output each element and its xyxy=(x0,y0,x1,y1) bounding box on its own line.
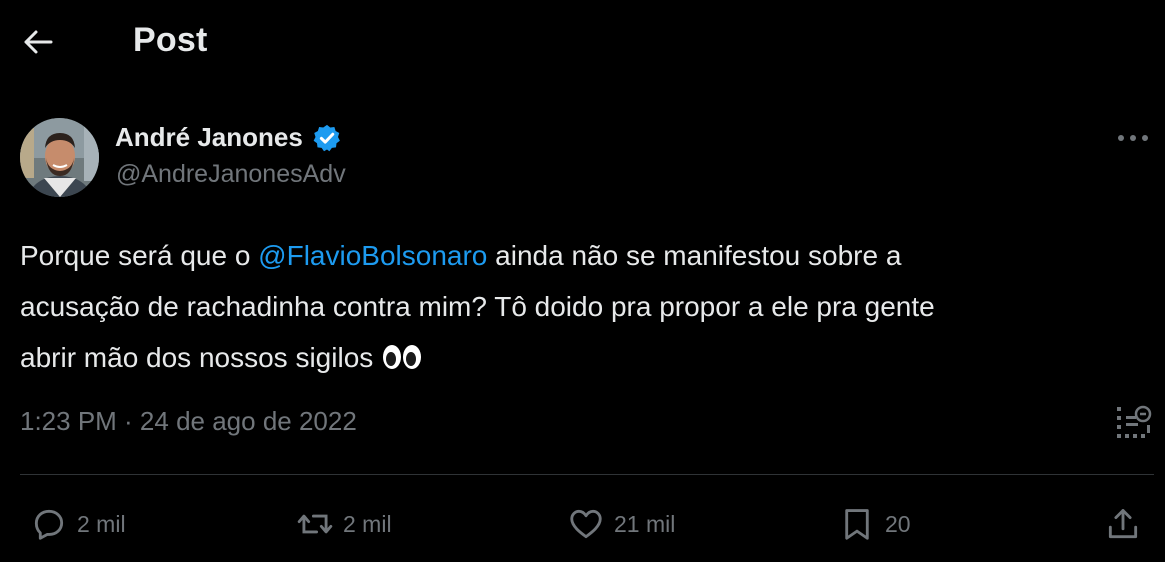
analytics-icon[interactable] xyxy=(1114,402,1154,442)
timestamp[interactable]: 1:23 PM · 24 de ago de 2022 xyxy=(20,406,357,437)
like-button[interactable]: 21 mil xyxy=(567,503,675,545)
retweet-icon xyxy=(297,514,333,534)
divider xyxy=(20,474,1154,475)
more-horizontal-icon xyxy=(1118,135,1148,141)
reply-count: 2 mil xyxy=(77,510,126,537)
share-icon xyxy=(1108,509,1138,539)
share-button[interactable] xyxy=(1104,503,1142,545)
reply-button[interactable]: 2 mil xyxy=(30,503,126,545)
tweet-text-line-3: abrir mão dos nossos sigilos xyxy=(20,332,1150,383)
bookmark-button[interactable]: 20 xyxy=(838,503,911,545)
tweet-text-line-1: Porque será que o @FlavioBolsonaro ainda… xyxy=(20,230,1150,281)
tweet-text-segment: abrir mão dos nossos sigilos xyxy=(20,342,374,373)
author-name[interactable]: André Janones xyxy=(115,122,303,153)
author-name-row[interactable]: André Janones xyxy=(115,122,342,153)
heart-icon xyxy=(570,509,602,539)
verified-badge-icon xyxy=(313,124,340,151)
avatar-image xyxy=(20,118,99,197)
retweet-count: 2 mil xyxy=(343,510,392,537)
tweet-text: Porque será que o @FlavioBolsonaro ainda… xyxy=(20,230,1150,383)
mention-link[interactable]: @FlavioBolsonaro xyxy=(258,240,487,271)
bookmark-count: 20 xyxy=(885,510,911,537)
retweet-button[interactable]: 2 mil xyxy=(296,503,392,545)
more-options-button[interactable] xyxy=(1116,126,1150,150)
author-handle[interactable]: @AndreJanonesAdv xyxy=(116,160,346,189)
top-bar: Post xyxy=(0,0,1165,84)
tweet-text-line-2: acusação de rachadinha contra mim? Tô do… xyxy=(20,291,935,322)
eyes-emoji-icon xyxy=(383,345,422,369)
page-title: Post xyxy=(133,21,208,59)
back-button[interactable] xyxy=(18,22,58,62)
tweet-text-segment: Porque será que o xyxy=(20,240,259,271)
reply-icon xyxy=(34,509,64,540)
avatar[interactable] xyxy=(20,118,99,197)
arrow-left-icon xyxy=(24,30,53,54)
like-count: 21 mil xyxy=(614,510,676,537)
tweet-text-segment: ainda não se manifestou sobre a xyxy=(487,240,902,271)
bookmark-icon xyxy=(845,509,869,540)
